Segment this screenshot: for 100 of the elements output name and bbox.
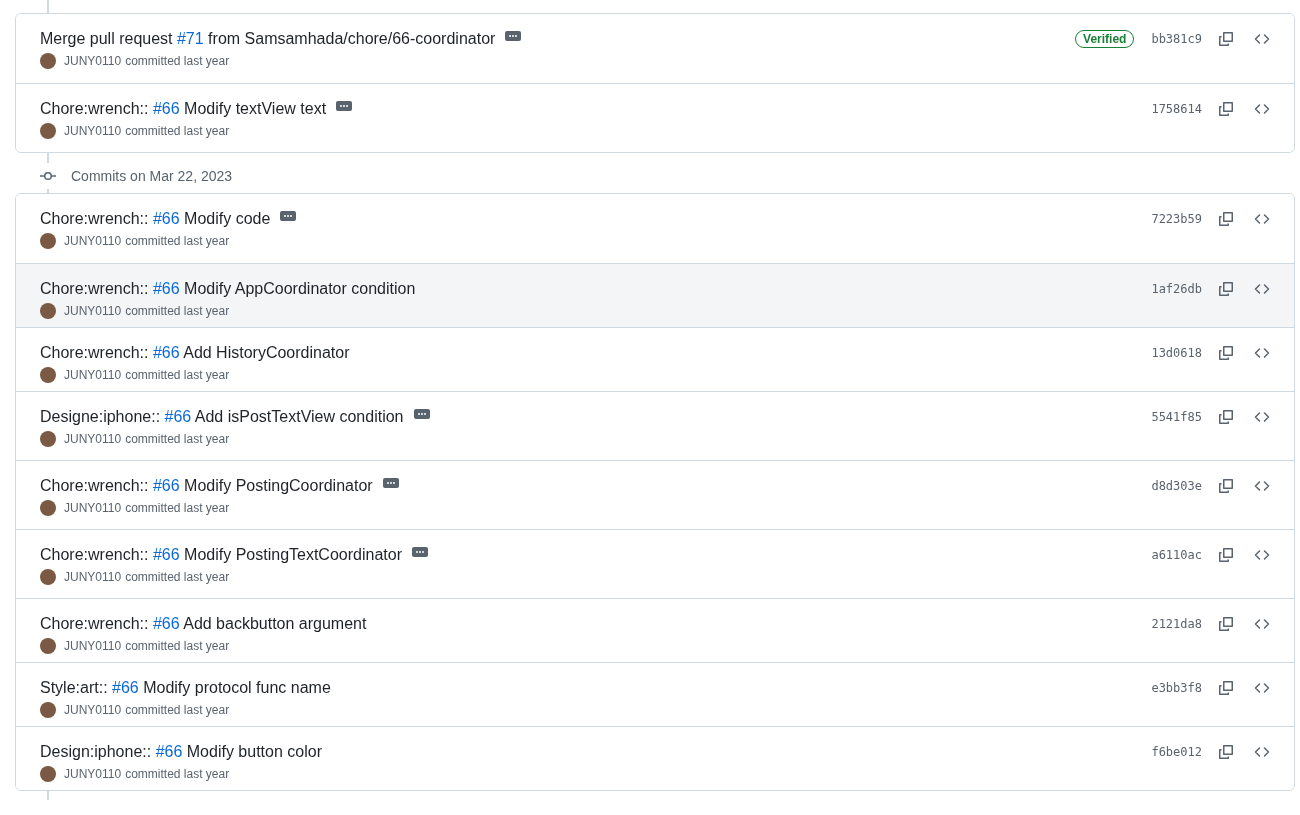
copy-icon[interactable] [1218,680,1234,696]
code-icon[interactable] [1254,211,1270,227]
copy-icon[interactable] [1218,478,1234,494]
commit-title[interactable]: Design:iphone:: #66 Modify button color [40,743,322,761]
avatar[interactable] [40,569,56,585]
code-icon[interactable] [1254,744,1270,760]
avatar[interactable] [40,123,56,139]
date-heading: Commits on Mar 22, 2023 [71,168,233,184]
commit-title[interactable]: Chore:wrench:: #66 Modify textView text [40,100,327,118]
commit-meta: committed last year [125,54,230,68]
commit-meta: committed last year [125,234,230,248]
code-icon[interactable] [1254,101,1270,117]
commit-title[interactable]: Chore:wrench:: #66 Modify PostingCoordinator [40,477,373,495]
commit-sha-link[interactable]: bb381c9 [1151,32,1202,46]
code-icon[interactable] [1254,345,1270,361]
avatar[interactable] [40,500,56,516]
pull-request-link[interactable]: #66 [152,210,180,227]
author-link[interactable]: JUNY0110 [64,304,122,318]
avatar[interactable] [40,431,56,447]
code-icon[interactable] [1254,680,1270,696]
author-link[interactable]: JUNY0110 [64,54,122,68]
copy-icon[interactable] [1218,281,1234,297]
code-icon[interactable] [1254,409,1270,425]
more-button[interactable] [505,31,522,41]
pull-request-link[interactable]: #66 [112,679,139,696]
copy-icon[interactable] [1218,616,1234,632]
commit-meta: committed last year [125,501,230,515]
commit-sha-link[interactable]: 1af26db [1151,282,1202,296]
pull-request-link[interactable]: #66 [155,743,183,760]
commit-title[interactable]: Chore:wrench:: #66 Add backbutton argument [40,615,367,633]
avatar[interactable] [40,638,56,654]
commit-sha-link[interactable]: a6110ac [1151,548,1202,562]
commit-title[interactable]: Chore:wrench:: #66 Modify AppCoordinator condition [40,280,416,298]
more-button[interactable] [411,547,428,557]
commit-meta: committed last year [125,368,230,382]
ellipsis-icon [385,481,396,485]
avatar[interactable] [40,53,56,69]
ellipsis-icon [416,412,427,416]
avatar[interactable] [40,367,56,383]
more-button[interactable] [336,101,353,111]
copy-icon[interactable] [1218,744,1234,760]
avatar[interactable] [40,233,56,249]
commit-meta: committed last year [125,639,230,653]
pull-request-link[interactable]: #66 [152,546,180,563]
commit-meta: committed last year [125,432,230,446]
code-icon[interactable] [1254,478,1270,494]
commit-meta: committed last year [125,570,230,584]
commit-sha-link[interactable]: 7223b59 [1151,212,1202,226]
commit-meta: committed last year [125,124,230,138]
commit-sha-link[interactable]: d8d303e [1151,479,1202,493]
avatar[interactable] [40,303,56,319]
commit-meta: committed last year [125,703,230,717]
author-link[interactable]: JUNY0110 [64,234,122,248]
commit-title[interactable]: Chore:wrench:: #66 Modify code [40,210,271,228]
more-button[interactable] [413,409,430,419]
avatar[interactable] [40,702,56,718]
commit-sha-link[interactable]: 13d0618 [1151,346,1202,360]
copy-icon[interactable] [1218,211,1234,227]
copy-icon[interactable] [1218,101,1234,117]
code-icon[interactable] [1254,616,1270,632]
author-link[interactable]: JUNY0110 [64,570,122,584]
commit-sha-link[interactable]: 1758614 [1151,102,1202,116]
author-link[interactable]: JUNY0110 [64,703,122,717]
pull-request-link[interactable]: #66 [152,344,180,361]
code-icon[interactable] [1254,31,1270,47]
ellipsis-icon [414,550,425,554]
commit-meta: committed last year [125,767,230,781]
commit-title[interactable]: Designe:iphone:: #66 Add isPostTextView condition [40,408,404,426]
more-button[interactable] [382,478,399,488]
commit-sha-link[interactable]: 5541f85 [1151,410,1202,424]
copy-icon[interactable] [1218,547,1234,563]
pull-request-link[interactable]: #66 [152,280,180,297]
author-link[interactable]: JUNY0110 [64,432,122,446]
commit-sha-link[interactable]: f6be012 [1151,745,1202,759]
copy-icon[interactable] [1218,31,1234,47]
pull-request-link[interactable]: #71 [176,30,204,47]
pull-request-link[interactable]: #66 [152,100,180,117]
code-icon[interactable] [1254,547,1270,563]
more-button[interactable] [280,211,297,221]
author-link[interactable]: JUNY0110 [64,368,122,382]
code-icon[interactable] [1254,281,1270,297]
author-link[interactable]: JUNY0110 [64,639,122,653]
author-link[interactable]: JUNY0110 [64,124,122,138]
avatar[interactable] [40,766,56,782]
pull-request-link[interactable]: #66 [164,408,192,425]
ellipsis-icon [508,34,519,38]
commit-sha-link[interactable]: 2121da8 [1151,617,1202,631]
ellipsis-icon [339,104,350,108]
copy-icon[interactable] [1218,345,1234,361]
ellipsis-icon [283,214,294,218]
commit-title[interactable]: Style:art:: #66 Modify protocol func name [40,679,331,697]
commit-title[interactable]: Chore:wrench:: #66 Modify PostingTextCoordinator [40,546,402,564]
commit-sha-link[interactable]: e3bb3f8 [1151,681,1202,695]
commit-title[interactable]: Merge pull request #71 from Samsamhada/chore/66-coordinator [40,30,496,48]
commit-title[interactable]: Chore:wrench:: #66 Add HistoryCoordinator [40,344,350,362]
author-link[interactable]: JUNY0110 [64,501,122,515]
author-link[interactable]: JUNY0110 [64,767,122,781]
pull-request-link[interactable]: #66 [152,615,180,632]
copy-icon[interactable] [1218,409,1234,425]
pull-request-link[interactable]: #66 [152,477,180,494]
